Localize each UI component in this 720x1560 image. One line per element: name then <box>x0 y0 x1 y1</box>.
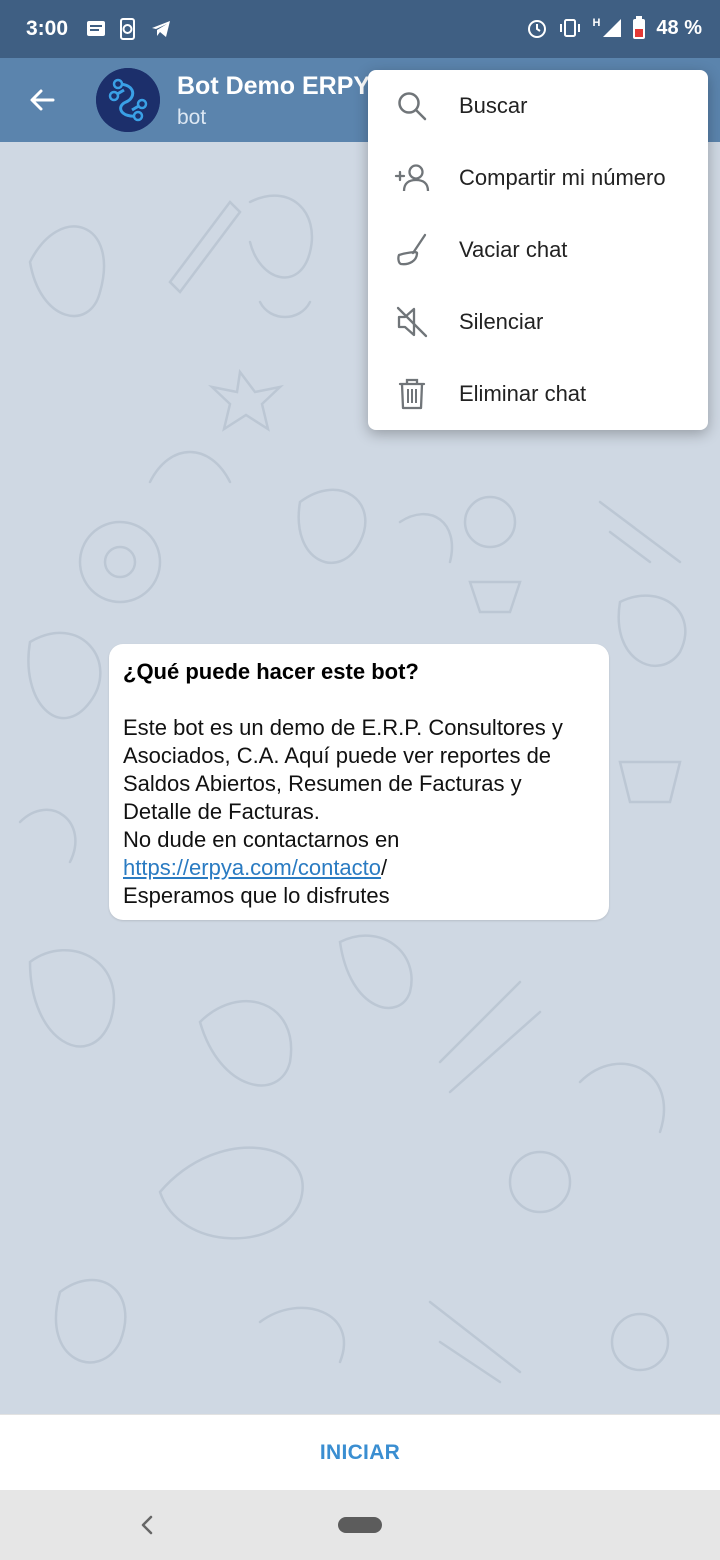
battery-level: 48 % <box>656 16 702 39</box>
broom-icon <box>394 232 430 268</box>
menu-label-share-number: Compartir mi número <box>459 165 666 190</box>
bot-logo-icon <box>96 68 160 132</box>
arrow-left-icon <box>30 89 55 111</box>
message-icon <box>87 21 105 36</box>
status-time: 3:00 <box>26 17 69 40</box>
battery-icon <box>633 16 646 39</box>
signal-icon <box>603 19 622 37</box>
network-type: H <box>592 17 601 29</box>
search-icon <box>394 88 430 124</box>
nav-back-icon[interactable] <box>136 1512 158 1538</box>
menu-label-clear-chat: Vaciar chat <box>459 237 568 262</box>
menu-item-mute[interactable]: Silenciar <box>368 286 708 358</box>
overflow-menu: Buscar Compartir mi número Vaciar chat S… <box>368 70 708 430</box>
system-nav-bar <box>0 1490 720 1560</box>
menu-item-clear-chat[interactable]: Vaciar chat <box>368 214 708 286</box>
bot-info-closing: Esperamos que lo disfrutes <box>123 883 390 908</box>
contact-link[interactable]: https://erpya.com/contacto <box>123 855 381 880</box>
notification-icons <box>86 18 172 40</box>
menu-label-search: Buscar <box>459 93 528 118</box>
trash-icon <box>394 376 430 412</box>
vibrate-icon <box>560 19 581 37</box>
menu-item-delete-chat[interactable]: Eliminar chat <box>368 358 708 430</box>
start-button[interactable]: INICIAR <box>0 1415 720 1491</box>
menu-label-delete-chat: Eliminar chat <box>459 381 587 406</box>
chat-subtitle: bot <box>177 106 207 129</box>
menu-label-mute: Silenciar <box>459 309 544 334</box>
bot-info-description: Este bot es un demo de E.R.P. Consultore… <box>123 715 563 824</box>
bot-description-card: ¿Qué puede hacer este bot? Este bot es u… <box>109 644 609 920</box>
bot-info-title: ¿Qué puede hacer este bot? <box>123 659 419 684</box>
status-right: H 48 % <box>526 16 702 40</box>
bot-info-contact-prefix: No dude en contactarnos en <box>123 827 400 852</box>
avatar[interactable] <box>96 68 160 132</box>
link-suffix: / <box>381 855 388 880</box>
status-bar: 3:00 H 48 % <box>0 0 720 58</box>
chat-title[interactable]: Bot Demo ERPYA <box>177 72 386 101</box>
mute-icon <box>394 304 430 340</box>
add-contact-icon <box>394 160 430 196</box>
alarm-icon <box>528 20 547 38</box>
back-button[interactable] <box>20 78 64 122</box>
menu-item-share-number[interactable]: Compartir mi número <box>368 142 708 214</box>
nav-home-pill[interactable] <box>338 1517 382 1533</box>
bottom-bar: INICIAR <box>0 1414 720 1490</box>
bot-info-body: Este bot es un demo de E.R.P. Consultore… <box>123 714 595 910</box>
telegram-icon <box>152 21 170 37</box>
phone-sync-icon <box>120 18 135 40</box>
menu-item-search[interactable]: Buscar <box>368 70 708 142</box>
